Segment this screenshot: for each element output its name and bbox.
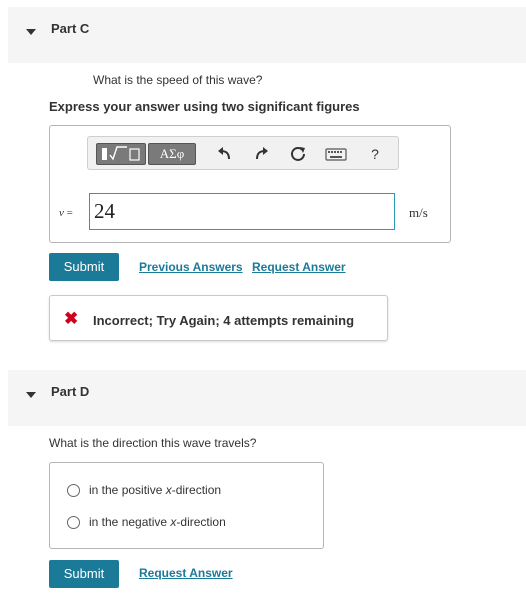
part-d-header[interactable]: Part D — [8, 370, 526, 426]
reset-icon[interactable] — [287, 143, 309, 165]
previous-answers-link[interactable]: Previous Answers — [139, 260, 243, 274]
option-label: in the positive x-direction — [89, 483, 221, 497]
part-c-instructions: Express your answer using two significan… — [49, 99, 360, 114]
part-d-request-answer-link[interactable]: Request Answer — [139, 566, 233, 580]
incorrect-icon: ✖ — [64, 309, 79, 328]
options-box: in the positive x-direction in the negat… — [49, 462, 324, 549]
part-d-question: What is the direction this wave travels? — [49, 436, 257, 450]
part-c-submit-button[interactable]: Submit — [49, 253, 119, 281]
template-icon — [102, 146, 140, 161]
answer-input[interactable]: 24 — [89, 193, 395, 230]
variable-label: v = — [59, 207, 73, 219]
part-c-question: What is the speed of this wave? — [93, 73, 263, 87]
feedback-box: ✖ Incorrect; Try Again; 4 attempts remai… — [49, 295, 388, 341]
part-d-title: Part D — [51, 384, 90, 399]
keyboard-icon[interactable] — [323, 143, 349, 165]
greek-symbols-button[interactable]: ΑΣφ — [148, 143, 196, 165]
redo-icon[interactable] — [250, 143, 272, 165]
part-c-title: Part C — [51, 21, 90, 36]
option-prefix: in the negative — [89, 515, 171, 529]
unit-label: m/s — [409, 205, 428, 220]
part-c-header[interactable]: Part C — [8, 7, 526, 63]
part-c-request-answer-link[interactable]: Request Answer — [252, 260, 346, 274]
equals-sign: = — [66, 207, 73, 219]
answer-box: ΑΣφ ? v = 24 m/s — [49, 125, 451, 243]
undo-icon[interactable] — [214, 143, 236, 165]
radio-button[interactable] — [67, 484, 80, 497]
variable-symbol: v — [59, 207, 64, 219]
radio-button[interactable] — [67, 516, 80, 529]
math-toolbar: ΑΣφ ? — [87, 136, 399, 170]
option-suffix: -direction — [171, 483, 222, 497]
greek-button-label: ΑΣφ — [159, 146, 185, 161]
feedback-message: Incorrect; Try Again; 4 attempts remaini… — [93, 313, 355, 328]
option-label: in the negative x-direction — [89, 515, 226, 529]
template-button[interactable] — [96, 143, 146, 165]
option-suffix: -direction — [176, 515, 226, 529]
help-icon[interactable]: ? — [364, 143, 386, 165]
caret-down-icon[interactable] — [26, 29, 36, 35]
caret-down-icon[interactable] — [26, 392, 36, 398]
option-prefix: in the positive — [89, 483, 166, 497]
part-d-submit-button[interactable]: Submit — [49, 560, 119, 588]
